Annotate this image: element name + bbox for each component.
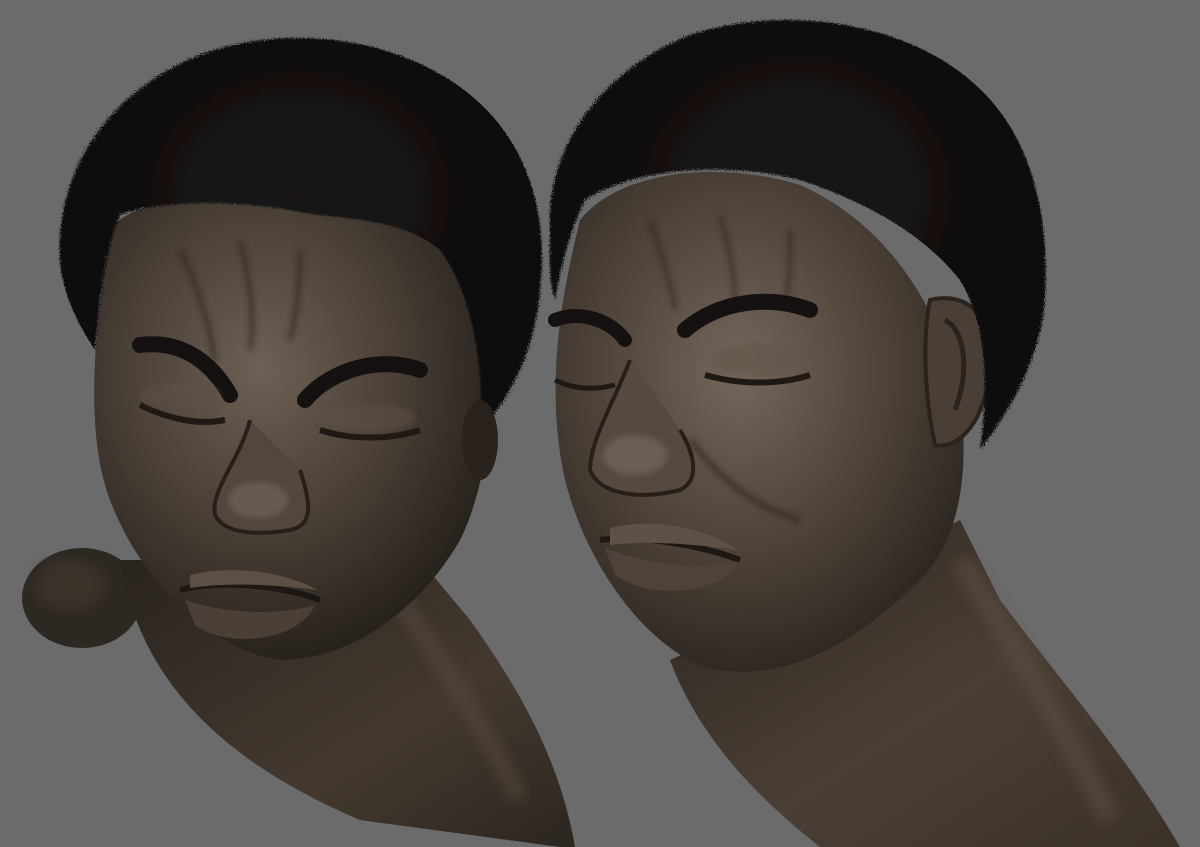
render-viewport	[0, 0, 1200, 847]
scene-render	[0, 0, 1200, 847]
ear	[462, 400, 498, 480]
